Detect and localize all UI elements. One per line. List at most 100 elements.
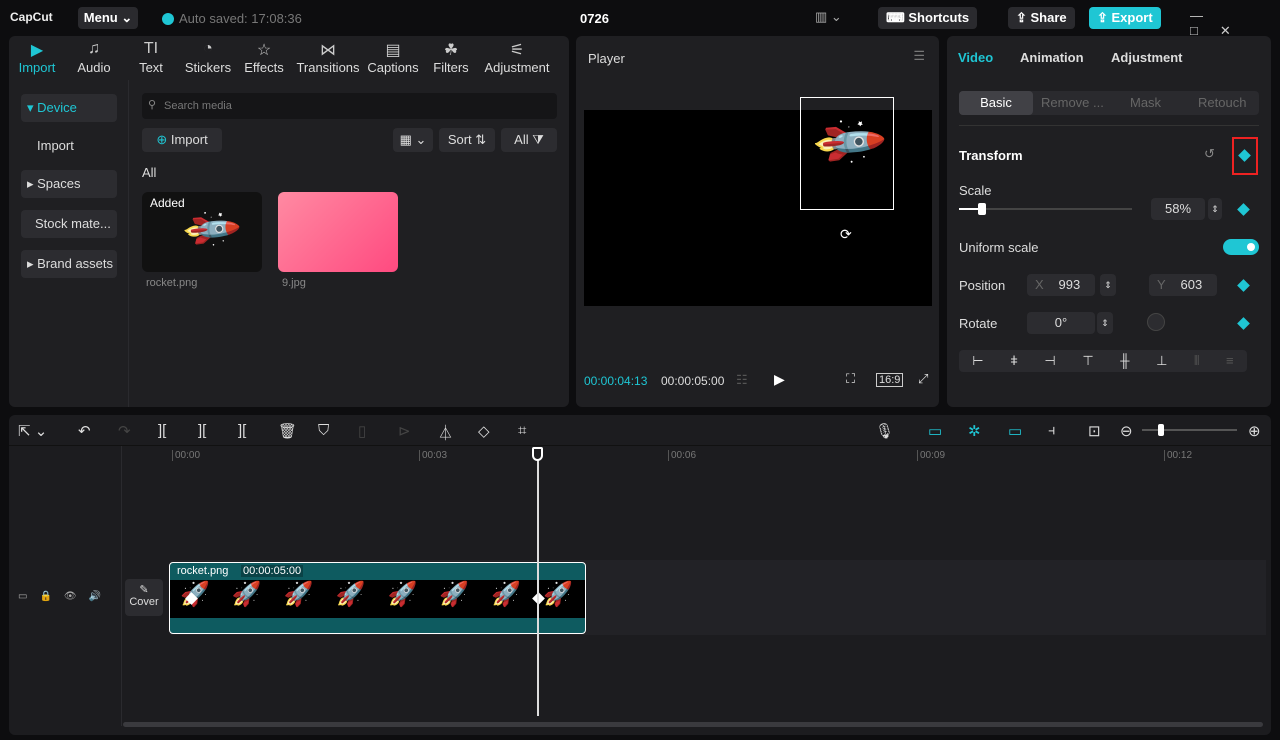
media-item-rocket[interactable]: Added 🚀 — [142, 192, 262, 272]
import-button[interactable]: ⊕ Import — [142, 128, 222, 152]
distribute-h-icon[interactable]: ⫴ — [1194, 350, 1199, 372]
zoom-slider[interactable] — [1142, 424, 1237, 436]
align-center-h-icon[interactable]: ǂ — [1010, 350, 1018, 372]
select-tool-icon[interactable]: ⇱ ⌄ — [18, 422, 47, 440]
tab-effects[interactable]: ☆ Effects — [237, 36, 291, 80]
export-button[interactable]: ⇪ Export — [1089, 7, 1161, 29]
subtab-mask[interactable]: Mask — [1130, 91, 1161, 115]
uniform-scale-toggle[interactable] — [1223, 239, 1259, 255]
tab-audio[interactable]: ♫ Audio — [65, 36, 123, 80]
align-center-v-icon[interactable]: ╫ — [1120, 350, 1129, 372]
menu-label: Menu — [83, 10, 118, 25]
sidebar-item-import[interactable]: Import — [21, 132, 117, 160]
tab-video[interactable]: Video — [958, 50, 993, 65]
filter-button[interactable]: All ⧩ — [501, 128, 557, 152]
clip-duration: 00:00:05:00 — [241, 565, 304, 577]
selection-box[interactable]: 🚀 — [800, 97, 894, 210]
main-track-magnet-icon[interactable]: ▭ — [928, 422, 942, 440]
media-item-9jpg[interactable] — [278, 192, 398, 272]
tab-adjustment-inspector[interactable]: Adjustment — [1111, 50, 1183, 65]
fit-icon[interactable]: ⛶ — [846, 371, 855, 387]
layout-icon[interactable]: ▥ ⌄ — [815, 9, 842, 25]
tab-filters[interactable]: ☘ Filters — [421, 36, 481, 80]
crop-icon[interactable]: ⌗ — [518, 422, 526, 439]
sidebar-item-device[interactable]: ▾ Device — [21, 94, 117, 122]
preview-canvas[interactable]: 🚀 ⟳ — [584, 97, 932, 306]
distribute-v-icon[interactable]: ≡ — [1226, 350, 1234, 372]
reverse-icon[interactable]: ⊳ — [398, 422, 411, 440]
zoom-out-icon[interactable]: ⊖ — [1120, 422, 1133, 440]
scale-label: Scale — [959, 183, 992, 198]
preview-axis-icon[interactable]: ⫞ — [1048, 422, 1056, 439]
fullscreen-icon[interactable]: ⤢ — [918, 371, 928, 387]
subtab-remove[interactable]: Remove ... — [1041, 91, 1104, 115]
view-toggle[interactable]: ▦ ⌄ — [393, 128, 433, 152]
video-clip[interactable]: rocket.png 00:00:05:00 🚀🚀🚀🚀🚀🚀🚀🚀 — [169, 562, 586, 634]
window-controls[interactable]: —□✕ — [1190, 8, 1280, 39]
share-button[interactable]: ⇪ Share — [1008, 7, 1075, 29]
tab-stickers[interactable]: ◔ Stickers — [179, 36, 237, 80]
fit-timeline-icon[interactable]: ⊡ — [1088, 422, 1101, 440]
align-left-icon[interactable]: ⊢ — [972, 350, 983, 372]
scale-slider[interactable] — [959, 203, 1132, 215]
horizontal-scrollbar[interactable] — [123, 722, 1263, 727]
align-top-icon[interactable]: ⊤ — [1082, 350, 1093, 372]
subtab-basic[interactable]: Basic — [959, 91, 1033, 115]
subtab-retouch[interactable]: Retouch — [1198, 91, 1246, 115]
sort-button[interactable]: Sort ⇅ — [439, 128, 495, 152]
sidebar-item-spaces[interactable]: ▸ Spaces — [21, 170, 117, 198]
tab-text[interactable]: TI Text — [123, 36, 179, 80]
scale-stepper[interactable]: ⇕ — [1208, 198, 1222, 220]
auto-snap-icon[interactable]: ✲ — [968, 422, 981, 440]
edit-icon: ✎ — [139, 584, 149, 596]
linkage-icon[interactable]: ▭ — [1008, 422, 1022, 440]
sidebar-item-stock[interactable]: Stock mate... — [21, 210, 117, 238]
tab-adjustment[interactable]: ⚟ Adjustment — [481, 36, 553, 80]
undo-icon[interactable]: ↶ — [78, 422, 91, 440]
mirror-icon[interactable]: ⏃ — [438, 422, 453, 443]
play-icon[interactable]: ▶ — [774, 371, 785, 388]
reset-icon[interactable]: ↺ — [1204, 146, 1215, 162]
rotate-dial[interactable] — [1147, 313, 1165, 331]
track-controls[interactable]: ▭🔒👁🔊 — [18, 591, 113, 602]
microphone-icon[interactable]: 🎙 — [875, 422, 894, 440]
audio-icon: ♫ — [88, 40, 100, 57]
align-right-icon[interactable]: ⊣ — [1044, 350, 1055, 372]
rotate-handle-icon[interactable]: ⟳ — [840, 226, 852, 243]
tab-captions[interactable]: ▤ Captions — [365, 36, 421, 80]
playhead[interactable] — [537, 450, 539, 716]
freeze-icon[interactable]: ▯ — [358, 422, 366, 440]
keyframe-highlight[interactable] — [1232, 137, 1258, 175]
redo-icon[interactable]: ↷ — [118, 422, 131, 440]
x-value: 993 — [1058, 277, 1081, 292]
menu-button[interactable]: Menu ⌄ — [78, 7, 138, 29]
timeline-grid-icon[interactable]: ☷ — [736, 372, 748, 388]
marker-icon[interactable]: ⛉ — [318, 422, 329, 439]
cover-button[interactable]: ✎ Cover — [125, 579, 163, 616]
hamburger-icon[interactable]: ☰ — [913, 48, 925, 64]
tab-import[interactable]: ▶ Import — [9, 36, 65, 80]
scale-handle[interactable] — [978, 203, 986, 215]
x-stepper[interactable]: ⇕ — [1100, 274, 1116, 296]
ratio-button[interactable]: 16:9 — [876, 373, 904, 387]
position-y-input[interactable]: Y 603 — [1149, 274, 1217, 296]
position-x-input[interactable]: X 993 — [1027, 274, 1095, 296]
rotate-stepper[interactable]: ⇕ — [1097, 312, 1113, 334]
autosave-text: Auto saved: 17:08:36 — [179, 11, 302, 26]
split-icon[interactable]: ][ — [158, 422, 166, 439]
sidebar-item-brand-assets[interactable]: ▸ Brand assets — [21, 250, 117, 278]
shortcuts-button[interactable]: ⌨ Shortcuts — [878, 7, 978, 29]
rotate-icon[interactable]: ◇ — [478, 422, 490, 440]
zoom-handle[interactable] — [1158, 424, 1164, 436]
rotate-input[interactable]: 0° — [1027, 312, 1095, 334]
playhead-handle[interactable] — [532, 447, 543, 461]
delete-right-icon[interactable]: ][ — [238, 422, 246, 439]
align-bottom-icon[interactable]: ⊥ — [1156, 350, 1167, 372]
scale-input[interactable]: 58% — [1151, 198, 1205, 220]
zoom-in-icon[interactable]: ⊕ — [1248, 422, 1261, 440]
delete-left-icon[interactable]: ][ — [198, 422, 206, 439]
tab-animation[interactable]: Animation — [1020, 50, 1084, 65]
search-input[interactable]: Search media — [142, 93, 557, 119]
tab-transitions[interactable]: ⋈ Transitions — [291, 36, 365, 80]
delete-icon[interactable]: 🗑 — [278, 422, 297, 440]
